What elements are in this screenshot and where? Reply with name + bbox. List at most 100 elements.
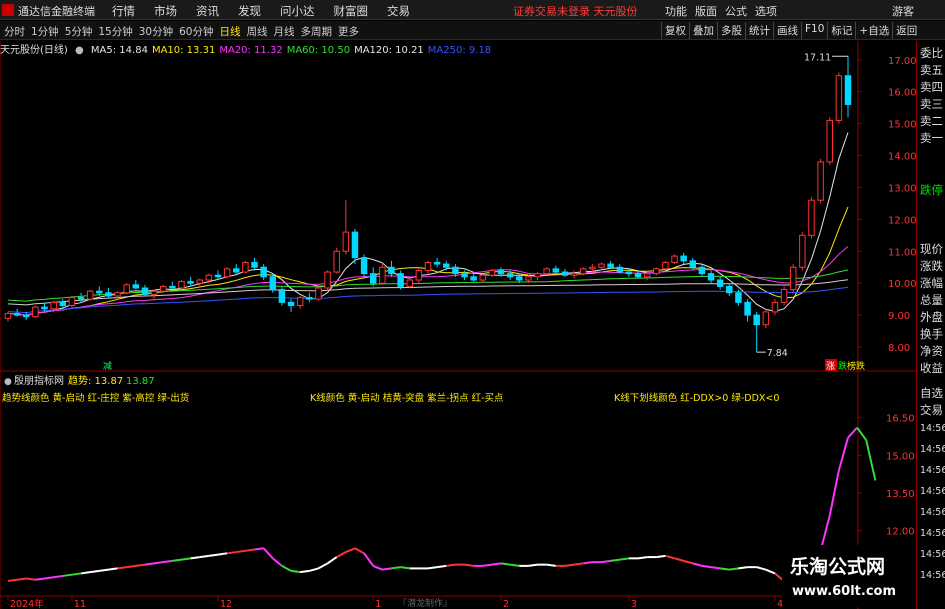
side-stat-2[interactable]: 涨幅 [920,275,943,291]
menu-gongneng[interactable]: 功能 [665,3,687,19]
candle-body [561,271,569,276]
candle-body [488,269,496,276]
side-time-4[interactable]: 14:56 [920,507,945,518]
period-tab-1[interactable]: 1分钟 [31,24,59,39]
period-tab-8[interactable]: 月线 [274,24,295,39]
side-stat-3[interactable]: 总量 [920,292,943,308]
tool-button-5[interactable]: F10 [801,22,827,39]
candle-body [799,234,806,268]
side-limit-down[interactable]: 跌停 [920,182,943,198]
side-top-1[interactable]: 卖五 [920,62,943,78]
period-tab-6[interactable]: 日线 [220,24,241,39]
trend-segment [391,566,401,570]
period-tab-4[interactable]: 30分钟 [139,24,173,39]
trend-segment [326,556,338,565]
tool-button-7[interactable]: +自选 [855,22,892,39]
trend-segment [573,562,584,566]
indicator-tick-label: 16.50 [886,414,915,425]
candle-body [835,75,843,121]
side-stat-4[interactable]: 外盘 [920,309,943,325]
candle-body [196,279,203,284]
indicator-legend-kline: K线颜色 黄-启动 桔黄-突盘 紫兰-拐点 红-买点 [310,392,504,404]
menu-caifuquan[interactable]: 财富圈 [334,3,369,19]
candle-body [497,269,505,275]
side-stat-7[interactable]: 收益 [920,360,943,376]
period-tab-7[interactable]: 周线 [247,24,268,39]
tool-button-3[interactable]: 统计 [745,22,773,39]
candle-body [13,313,21,316]
period-tab-3[interactable]: 15分钟 [98,24,132,39]
side-top-3[interactable]: 卖三 [920,96,943,112]
indicator-toggle-icon[interactable]: ● [4,377,12,387]
side-stat-5[interactable]: 换手 [920,326,943,342]
trend-segment [309,567,319,572]
side-time-1[interactable]: 14:56 [920,444,945,455]
trend-segment [254,547,264,551]
tool-button-8[interactable]: 返回 [892,22,920,39]
guest-label[interactable]: 游客 [892,3,914,19]
side-time-5[interactable]: 14:56 [920,528,945,539]
menu-hangqing[interactable]: 行情 [112,3,135,19]
date-tick-label: 12 [220,599,232,609]
trend-segment [190,556,200,560]
trend-segment [245,548,255,552]
trend-segment [564,563,575,567]
main-menu: 行情 市场 资讯 发现 问小达 财富圈 交易 [112,3,410,19]
menu-xuanxiang[interactable]: 选项 [755,3,777,19]
menu-gongshi[interactable]: 公式 [725,3,747,19]
menu-banmian[interactable]: 版面 [695,3,717,19]
period-tab-10[interactable]: 更多 [338,24,359,39]
trend-segment [382,567,392,571]
candle-body [433,261,441,265]
tool-button-0[interactable]: 复权 [661,22,689,39]
date-tick-label: 11 [74,599,86,609]
candle-body [707,273,715,281]
side-top-0[interactable]: 委比 [920,45,943,61]
side-top-5[interactable]: 卖一 [920,130,943,146]
tool-button-6[interactable]: 标记 [827,22,855,39]
candle-body [32,306,39,318]
candle-body [360,257,368,275]
login-notice[interactable]: 证券交易未登录 天元股份 [513,3,638,19]
candle-body [41,306,48,310]
trend-segment [692,562,703,567]
trend-segment [656,554,666,559]
menu-wenxiaoda[interactable]: 问小达 [280,3,315,19]
menu-jiaoyi[interactable]: 交易 [387,3,410,19]
tool-button-1[interactable]: 叠加 [689,22,717,39]
side-time-2[interactable]: 14:56 [920,465,945,476]
menu-faxian[interactable]: 发现 [238,3,261,19]
side-lower-1[interactable]: 交易 [920,402,943,418]
period-tab-9[interactable]: 多周期 [301,24,333,39]
candle-body [525,276,532,281]
side-time-7[interactable]: 14:56 [920,570,945,581]
trend-segment [665,554,675,560]
kline-chart[interactable]: 17.00 16.00 15.00 14.00 13.00 12.00 11.00 10.00… [0,41,916,609]
period-tab-0[interactable]: 分时 [4,24,25,39]
menu-zixun[interactable]: 资讯 [196,3,219,19]
side-time-0[interactable]: 14:56 [920,423,945,434]
side-top-2[interactable]: 卖四 [920,79,943,95]
period-tab-2[interactable]: 5分钟 [65,24,93,39]
side-stat-6[interactable]: 净资 [920,343,943,359]
trend-segment [108,567,118,571]
price-tick-label: 16.00 [888,88,916,99]
trend-segment [44,576,54,580]
side-top-4[interactable]: 卖二 [920,113,943,129]
menu-shichang[interactable]: 市场 [154,3,177,19]
candle-body [598,263,605,268]
tool-button-2[interactable]: 多股 [717,22,745,39]
tool-button-4[interactable]: 画线 [773,22,801,39]
side-stat-1[interactable]: 涨跌 [920,258,943,274]
side-stat-0[interactable]: 现价 [920,241,943,257]
candle-body [296,297,304,307]
trend-segment [729,567,739,571]
candle-body [762,311,770,326]
indicator-name[interactable]: 殷朋指标网 [14,374,64,387]
side-time-3[interactable]: 14:56 [920,486,945,497]
period-tab-5[interactable]: 60分钟 [179,24,213,39]
candle-body [105,292,112,297]
candle-body [269,276,277,291]
side-time-6[interactable]: 14:56 [920,549,945,560]
side-lower-0[interactable]: 自选 [920,385,943,401]
